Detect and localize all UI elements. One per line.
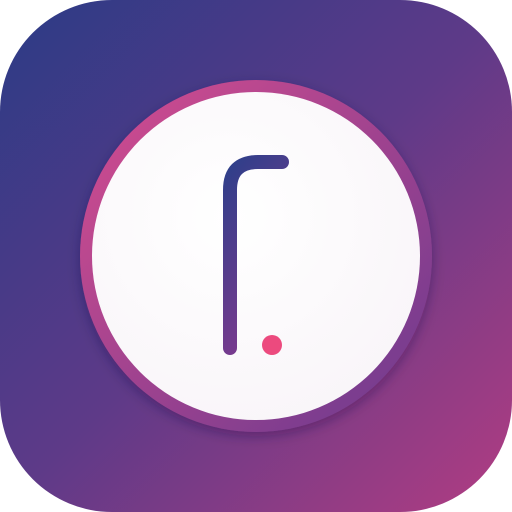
- app-icon-stage: [0, 0, 512, 512]
- inner-disc: [92, 92, 420, 420]
- app-icon[interactable]: [0, 0, 512, 512]
- logo-dot: [262, 335, 282, 355]
